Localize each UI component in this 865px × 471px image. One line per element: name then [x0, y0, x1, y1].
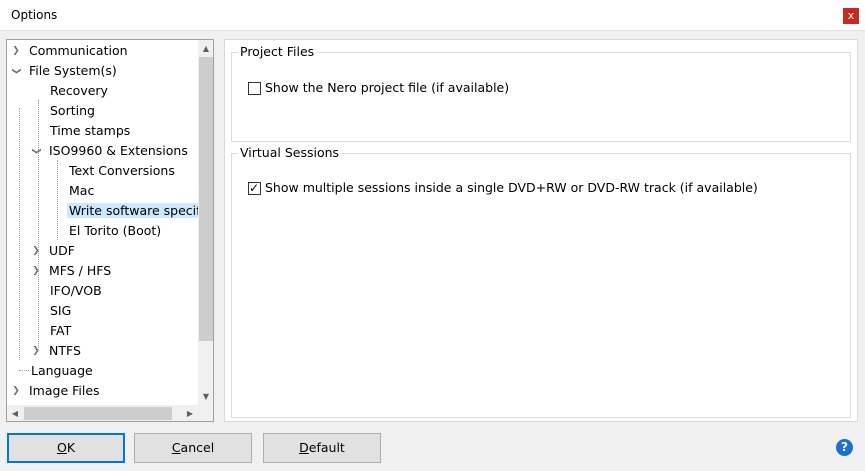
chevron-down-icon[interactable]: ❯	[7, 66, 26, 76]
show-multiple-sessions-checkbox[interactable]: ✓ Show multiple sessions inside a single…	[248, 180, 758, 196]
chevron-right-icon[interactable]: ❯	[31, 341, 41, 361]
horizontal-scroll-thumb[interactable]	[24, 407, 172, 420]
help-icon[interactable]: ?	[836, 439, 853, 456]
tree-item-language[interactable]: Language	[29, 361, 95, 381]
tree-item-communication[interactable]: ❯ Communication	[11, 41, 130, 61]
close-icon: x	[847, 9, 855, 22]
tree-item-sorting[interactable]: Sorting	[48, 101, 97, 121]
scroll-down-icon[interactable]: ▼	[198, 388, 213, 405]
checkbox-label: Show multiple sessions inside a single D…	[265, 180, 758, 195]
tree-item-ifo-vob[interactable]: IFO/VOB	[48, 281, 104, 301]
tree-item-mac[interactable]: Mac	[67, 181, 96, 201]
scroll-right-icon[interactable]: ▶	[182, 405, 198, 421]
scroll-corner	[198, 405, 213, 421]
cancel-button[interactable]: Cancel	[134, 433, 252, 463]
chevron-down-icon[interactable]: ❯	[26, 146, 46, 156]
tree-item-text-conversions[interactable]: Text Conversions	[67, 161, 177, 181]
tree-item-write-software-specific[interactable]: Write software specific	[67, 201, 213, 221]
tree-item-udf[interactable]: ❯ UDF	[31, 241, 77, 261]
chevron-right-icon[interactable]: ❯	[31, 241, 41, 261]
tree-item-time-stamps[interactable]: Time stamps	[48, 121, 132, 141]
chevron-right-icon[interactable]: ❯	[11, 381, 21, 401]
group-title: Project Files	[238, 44, 317, 60]
project-files-group: Project Files Show the Nero project file…	[231, 44, 851, 142]
group-title: Virtual Sessions	[238, 145, 342, 161]
tree-item-ntfs[interactable]: ❯ NTFS	[31, 341, 83, 361]
chevron-right-icon[interactable]: ❯	[31, 261, 41, 281]
close-button[interactable]: x	[843, 8, 859, 24]
tree-item-recovery[interactable]: Recovery	[48, 81, 110, 101]
chevron-right-icon[interactable]: ❯	[11, 41, 21, 61]
vertical-scrollbar[interactable]: ▲ ▼	[198, 40, 213, 405]
window-title: Options	[11, 8, 58, 22]
checkbox-box[interactable]: ✓	[248, 180, 261, 195]
ok-button[interactable]: OK	[7, 433, 125, 463]
tree-item-el-torito[interactable]: El Torito (Boot)	[67, 221, 163, 241]
scroll-up-icon[interactable]: ▲	[198, 40, 213, 57]
horizontal-scrollbar[interactable]: ◀ ▶	[7, 405, 198, 421]
checkbox-label: Show the Nero project file (if available…	[265, 80, 510, 95]
options-tree[interactable]: ❯ Communication ❯ File System(s) Recover…	[6, 39, 214, 422]
scroll-left-icon[interactable]: ◀	[7, 405, 23, 421]
tree-item-mfs-hfs[interactable]: ❯ MFS / HFS	[31, 261, 113, 281]
tree-item-file-systems[interactable]: ❯ File System(s)	[11, 61, 119, 81]
checkbox-box[interactable]	[248, 81, 261, 95]
title-bar: Options x	[0, 0, 865, 31]
vertical-scroll-thumb[interactable]	[199, 57, 213, 341]
tree-item-image-files[interactable]: ❯ Image Files	[11, 381, 102, 401]
settings-panel: Project Files Show the Nero project file…	[224, 39, 858, 422]
tree-item-fat[interactable]: FAT	[48, 321, 73, 341]
show-project-file-checkbox[interactable]: Show the Nero project file (if available…	[248, 80, 509, 96]
tree-item-iso9960[interactable]: ❯ ISO9960 & Extensions	[31, 141, 190, 161]
checkmark-icon: ✓	[249, 180, 260, 195]
tree-item-sig[interactable]: SIG	[48, 301, 73, 321]
default-button[interactable]: Default	[263, 433, 381, 463]
virtual-sessions-group: Virtual Sessions ✓ Show multiple session…	[231, 145, 851, 418]
